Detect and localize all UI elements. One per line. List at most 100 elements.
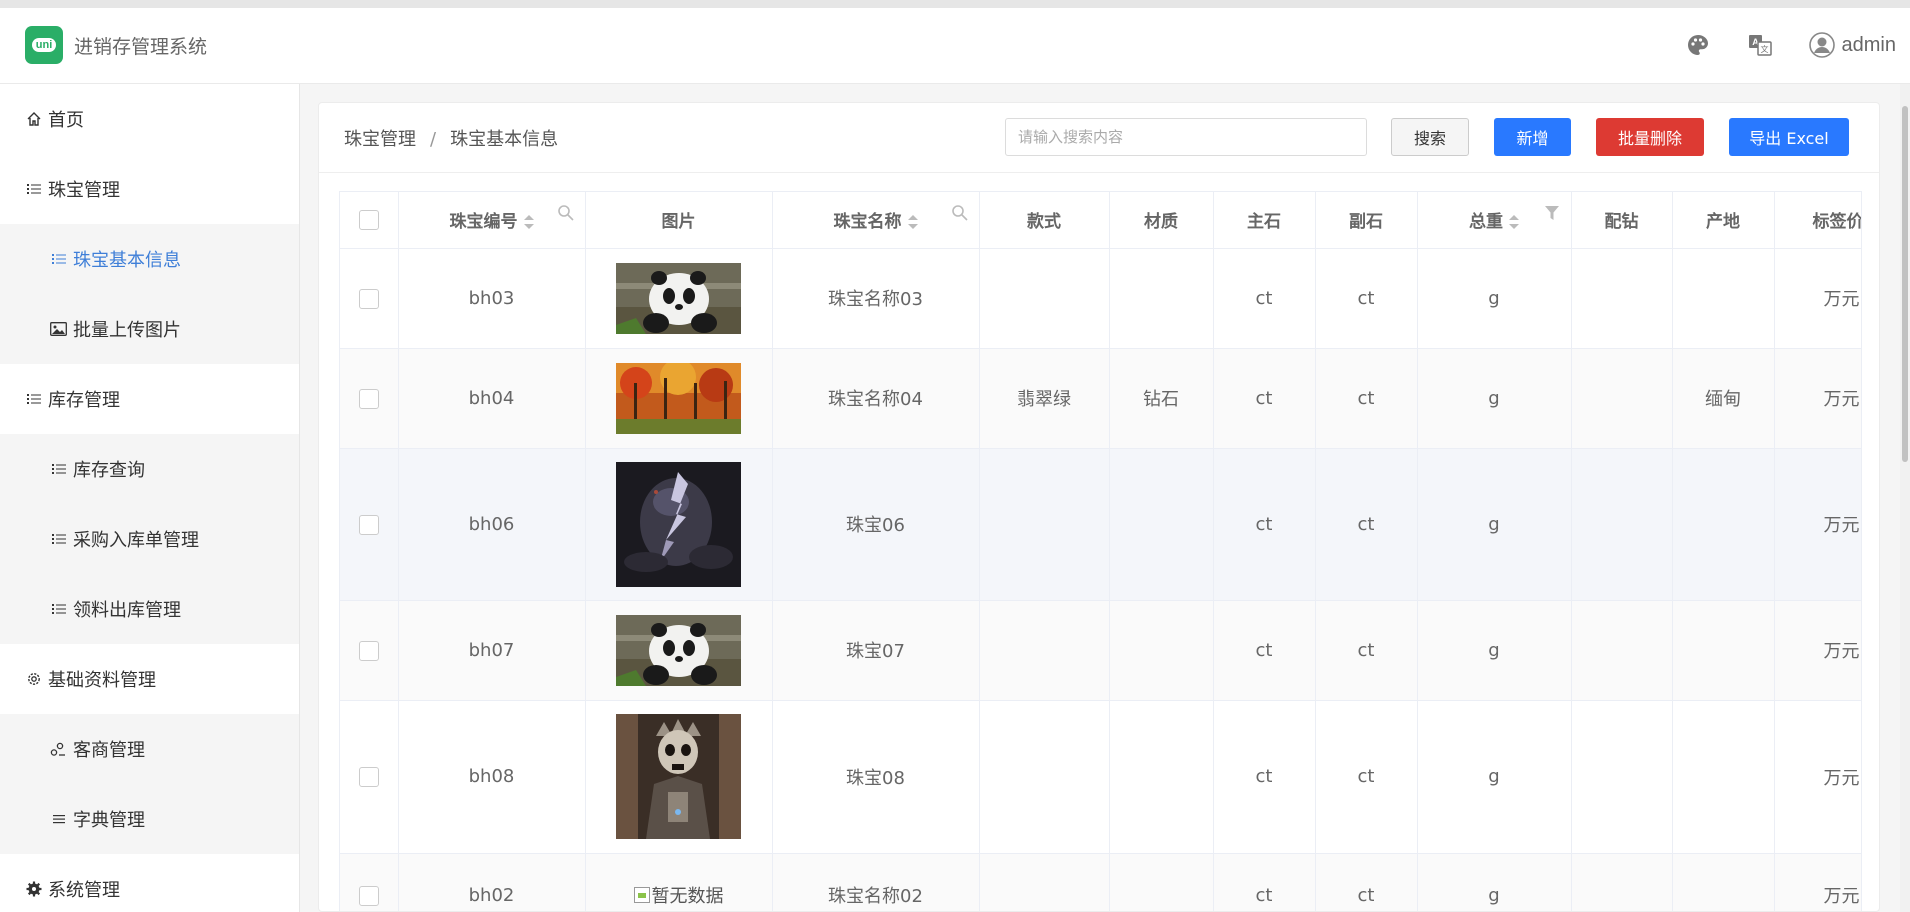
- batch-delete-button[interactable]: 批量删除: [1596, 118, 1704, 156]
- sidebar-item-jewelry-info[interactable]: 珠宝基本信息: [0, 224, 299, 294]
- cell-main-stone: ct: [1213, 448, 1316, 601]
- table-row[interactable]: bh04 珠宝名称04 翡翠绿 钻石 ct ct g 缅甸 万元: [340, 348, 1861, 449]
- skeleton-king-image[interactable]: [616, 714, 741, 839]
- sidebar-item-system[interactable]: 系统管理: [0, 854, 299, 912]
- column-header-label: 产地: [1706, 212, 1740, 233]
- sidebar-item-label: 客商管理: [73, 740, 145, 761]
- cell-style: 翡翠绿: [979, 348, 1110, 449]
- filter-icon[interactable]: [1543, 204, 1561, 222]
- cell-weight: g: [1417, 600, 1572, 701]
- row-checkbox[interactable]: [358, 288, 379, 309]
- table-row[interactable]: bh02 暂无数据 珠宝名称02 ct ct g 万元: [340, 853, 1861, 911]
- table-row[interactable]: bh08 珠宝08 ct ct g 万元: [340, 700, 1861, 854]
- image-icon: [50, 322, 67, 336]
- row-checkbox[interactable]: [358, 767, 379, 787]
- sort-icon[interactable]: [1509, 214, 1519, 230]
- cell-price: 万元: [1774, 853, 1861, 911]
- sidebar-item-label: 珠宝基本信息: [73, 250, 181, 271]
- autumn-forest-image[interactable]: [616, 362, 741, 434]
- cell-style: [979, 700, 1110, 854]
- row-checkbox[interactable]: [358, 885, 379, 906]
- column-header-side-stone: 副石: [1315, 192, 1418, 249]
- cell-image[interactable]: [585, 248, 773, 349]
- svg-text:文: 文: [1760, 44, 1768, 54]
- cell-material: [1109, 600, 1214, 701]
- sidebar-item-purchase-inbound[interactable]: 采购入库单管理: [0, 504, 299, 574]
- cell-image[interactable]: [585, 600, 773, 701]
- sidebar-item-customers[interactable]: 客商管理: [0, 714, 299, 784]
- breadcrumb-current: 珠宝基本信息: [450, 129, 559, 150]
- sidebar-item-jewelry-mgmt[interactable]: 珠宝管理: [0, 154, 299, 224]
- sidebar-item-label: 首页: [48, 110, 84, 131]
- gear-icon: [25, 671, 42, 687]
- search-input[interactable]: [1005, 118, 1367, 156]
- scrollbar-thumb[interactable]: [1902, 106, 1908, 462]
- search-button[interactable]: 搜索: [1391, 118, 1469, 156]
- sidebar-item-label: 批量上传图片: [73, 320, 181, 341]
- jewelry-table: 珠宝编号 图片 珠宝名称 款式 材质 主石 副石 总重 配钻 产地 标签价 bh…: [339, 191, 1862, 911]
- row-checkbox[interactable]: [358, 514, 379, 535]
- translate-icon[interactable]: A文: [1747, 32, 1773, 58]
- cell-image[interactable]: [585, 448, 773, 601]
- list-icon: [50, 603, 67, 615]
- panda-image[interactable]: [616, 614, 741, 686]
- row-checkbox[interactable]: [358, 640, 379, 661]
- add-button[interactable]: 新增: [1494, 118, 1571, 156]
- broken-image: 暂无数据: [633, 882, 724, 908]
- export-excel-button[interactable]: 导出 Excel: [1729, 118, 1849, 156]
- page-scrollbar[interactable]: [1900, 84, 1910, 912]
- cell-origin: [1672, 853, 1775, 911]
- sidebar-item-inventory-query[interactable]: 库存查询: [0, 434, 299, 504]
- column-header-price: 标签价: [1774, 192, 1861, 249]
- cell-main-stone: ct: [1213, 248, 1316, 349]
- sidebar-item-inventory-mgmt[interactable]: 库存管理: [0, 364, 299, 434]
- top-right-tools: A文 admin: [1649, 32, 1896, 58]
- cell-name: 珠宝07: [772, 600, 980, 701]
- user-avatar-icon: [1808, 32, 1835, 58]
- cell-weight: g: [1417, 700, 1572, 854]
- sidebar-item-label: 系统管理: [48, 880, 120, 901]
- search-icon[interactable]: [557, 204, 575, 222]
- column-header-diamond: 配钻: [1571, 192, 1673, 249]
- lightning-storm-image[interactable]: [616, 461, 741, 587]
- column-header-label: 珠宝编号: [449, 212, 518, 233]
- column-header-code[interactable]: 珠宝编号: [398, 192, 586, 249]
- cell-material: [1109, 448, 1214, 601]
- sidebar-item-dictionary[interactable]: 字典管理: [0, 784, 299, 854]
- table-row[interactable]: bh06 珠宝06 ct ct g 万元: [340, 448, 1861, 601]
- sidebar-item-batch-upload[interactable]: 批量上传图片: [0, 294, 299, 364]
- sidebar-item-material-outbound[interactable]: 领料出库管理: [0, 574, 299, 644]
- sort-icon[interactable]: [907, 214, 918, 230]
- column-header-label: 配钻: [1604, 212, 1639, 233]
- user-menu[interactable]: admin: [1808, 32, 1896, 58]
- column-header-weight[interactable]: 总重: [1417, 192, 1572, 249]
- cell-image[interactable]: [585, 348, 773, 449]
- breadcrumb-parent[interactable]: 珠宝管理: [344, 129, 416, 150]
- cell-origin: [1672, 600, 1775, 701]
- sort-icon[interactable]: [523, 214, 534, 230]
- sidebar-item-basic-data[interactable]: 基础资料管理: [0, 644, 299, 714]
- cell-weight: g: [1417, 248, 1572, 349]
- table-row[interactable]: bh03 珠宝名称03 ct ct g 万元: [340, 248, 1861, 349]
- breadcrumb: 珠宝管理 / 珠宝基本信息: [344, 125, 558, 151]
- select-all-checkbox[interactable]: [358, 209, 379, 230]
- cell-name: 珠宝名称04: [772, 348, 980, 449]
- column-header-label: 副石: [1349, 212, 1383, 233]
- image-alt-text: 暂无数据: [651, 886, 724, 907]
- cell-diamond: [1571, 600, 1673, 701]
- cell-style: [979, 248, 1110, 349]
- table-header-row: 珠宝编号 图片 珠宝名称 款式 材质 主石 副石 总重 配钻 产地 标签价: [340, 192, 1861, 249]
- panda-image[interactable]: [616, 262, 741, 334]
- sidebar-item-label: 库存管理: [48, 390, 120, 411]
- column-header-name[interactable]: 珠宝名称: [772, 192, 980, 249]
- brand[interactable]: uni 进销存管理系统: [25, 26, 207, 64]
- row-checkbox[interactable]: [358, 388, 379, 409]
- cell-image[interactable]: 暂无数据: [585, 853, 773, 911]
- settings-icon: [25, 881, 42, 897]
- sidebar-item-home[interactable]: 首页: [0, 84, 299, 154]
- cell-code: bh06: [398, 448, 586, 601]
- search-icon[interactable]: [951, 204, 969, 222]
- palette-icon[interactable]: [1685, 32, 1711, 58]
- cell-image[interactable]: [585, 700, 773, 854]
- table-row[interactable]: bh07 珠宝07 ct ct g 万元: [340, 600, 1861, 701]
